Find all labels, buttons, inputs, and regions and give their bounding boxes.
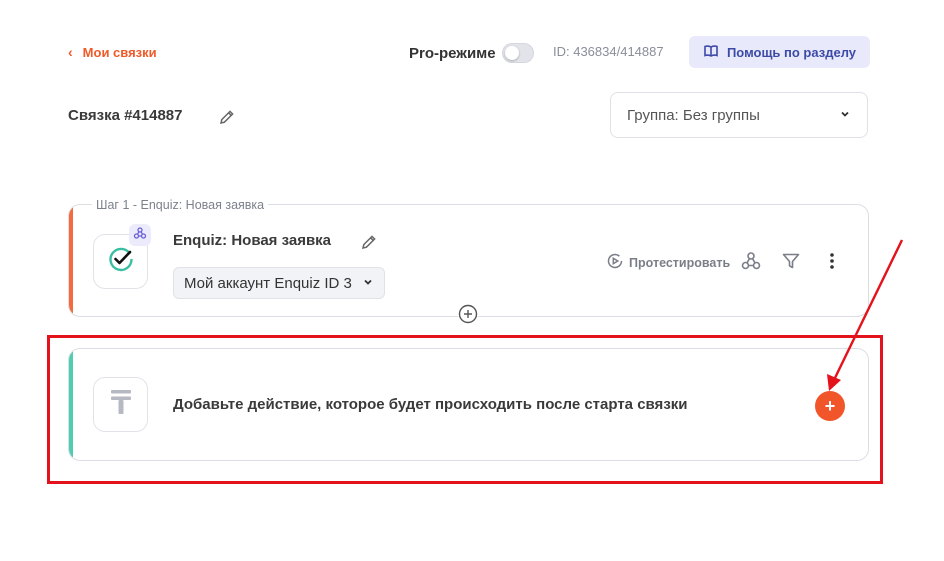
chevron-down-icon — [362, 275, 374, 292]
help-button[interactable]: Помощь по разделу — [689, 36, 870, 68]
check-circle-icon — [107, 245, 135, 278]
account-select-value: Мой аккаунт Enquiz ID 3 — [184, 274, 352, 292]
pro-mode: Pro-режиме — [409, 43, 534, 63]
play-circle-icon — [606, 252, 624, 273]
book-icon — [703, 43, 719, 62]
test-button[interactable]: Протестировать — [606, 252, 730, 273]
edit-title-pencil-icon[interactable] — [218, 108, 236, 131]
back-link-label: Мои связки — [82, 44, 157, 60]
edit-step-pencil-icon[interactable] — [360, 233, 378, 256]
step-1-legend: Шаг 1 - Enquiz: Новая заявка — [92, 198, 269, 212]
action-accent — [69, 349, 73, 460]
plus-icon: + — [824, 395, 836, 416]
account-select[interactable]: Мой аккаунт Enquiz ID 3 — [173, 267, 385, 299]
help-button-label: Помощь по разделу — [726, 44, 857, 60]
pro-mode-label: Pro-режиме — [409, 44, 496, 62]
pro-mode-toggle[interactable] — [501, 43, 534, 63]
add-step-between-button[interactable] — [458, 304, 478, 329]
back-link-my-links[interactable]: ‹ Мои связки — [68, 44, 157, 60]
chevron-left-icon: ‹ — [68, 44, 73, 60]
step-1-accent — [69, 205, 73, 316]
webhook-icon — [133, 226, 147, 245]
add-action-button[interactable]: + — [815, 391, 845, 421]
more-vertical-icon[interactable] — [826, 251, 838, 271]
action-app-icon[interactable] — [93, 377, 148, 432]
step-1-name: Enquiz: Новая заявка — [173, 232, 332, 249]
text-tool-icon — [110, 388, 132, 421]
action-prompt-text: Добавьте действие, которое будет происхо… — [173, 396, 688, 413]
group-select[interactable]: Группа: Без группы — [610, 92, 868, 138]
link-id-text: ID: 436834/414887 — [553, 44, 664, 59]
filter-icon[interactable] — [781, 251, 801, 271]
toggle-knob — [504, 46, 519, 60]
plus-circle-icon — [458, 304, 478, 329]
test-button-label: Протестировать — [629, 255, 731, 270]
link-title: Связка #414887 — [68, 107, 183, 124]
group-select-value: Группа: Без группы — [627, 106, 760, 124]
webhook-badge — [129, 224, 151, 246]
chevron-down-icon — [839, 107, 851, 124]
webhook-icon[interactable] — [740, 250, 762, 272]
